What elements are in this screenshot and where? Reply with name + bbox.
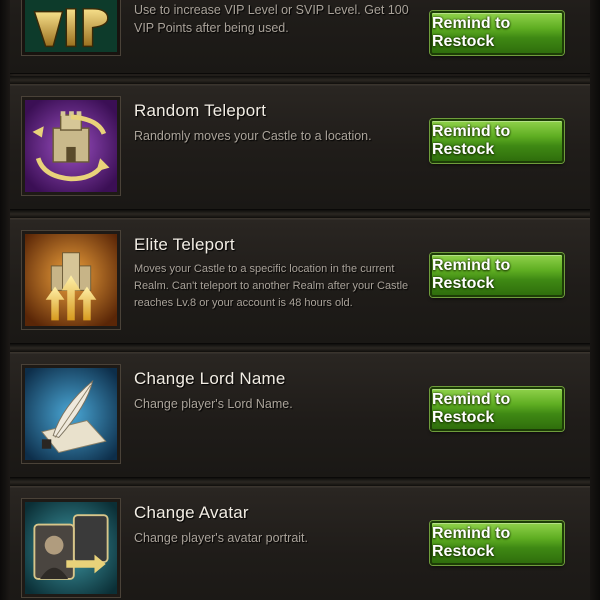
item-title: Change Lord Name [134,369,286,388]
divider [10,210,590,218]
item-description: Moves your Castle to a specific location… [134,263,409,309]
item-title: Random Teleport [134,101,267,120]
shop-item-elite-teleport: Elite Teleport Moves your Castle to a sp… [10,218,590,344]
quill-icon [22,365,120,463]
avatar-swap-icon [22,499,120,597]
remind-to-restock-button[interactable]: Remind to Restock [430,253,564,297]
shop-item-random-teleport: Random Teleport Randomly moves your Cast… [10,84,590,210]
vip-icon [22,0,120,55]
shop-item-vip: Use to increase VIP Level or SVIP Level.… [10,0,590,74]
item-title: Elite Teleport [134,235,235,254]
shop-item-change-avatar: Change Avatar Change player's avatar por… [10,486,590,600]
item-description: Randomly moves your Castle to a location… [134,129,372,143]
item-description: Change player's Lord Name. [134,397,293,411]
item-description: Change player's avatar portrait. [134,531,309,545]
divider [10,76,590,84]
shop-list: Use to increase VIP Level or SVIP Level.… [0,0,600,600]
elite-teleport-icon [22,231,120,329]
remind-to-restock-button[interactable]: Remind to Restock [430,119,564,163]
remind-to-restock-button[interactable]: Remind to Restock [430,11,564,55]
item-title: Change Avatar [134,503,249,522]
random-teleport-icon [22,97,120,195]
shop-item-change-lord-name: Change Lord Name Change player's Lord Na… [10,352,590,478]
divider [10,478,590,486]
remind-to-restock-button[interactable]: Remind to Restock [430,387,564,431]
remind-to-restock-button[interactable]: Remind to Restock [430,521,564,565]
divider [10,344,590,352]
item-description: Use to increase VIP Level or SVIP Level.… [134,3,409,35]
